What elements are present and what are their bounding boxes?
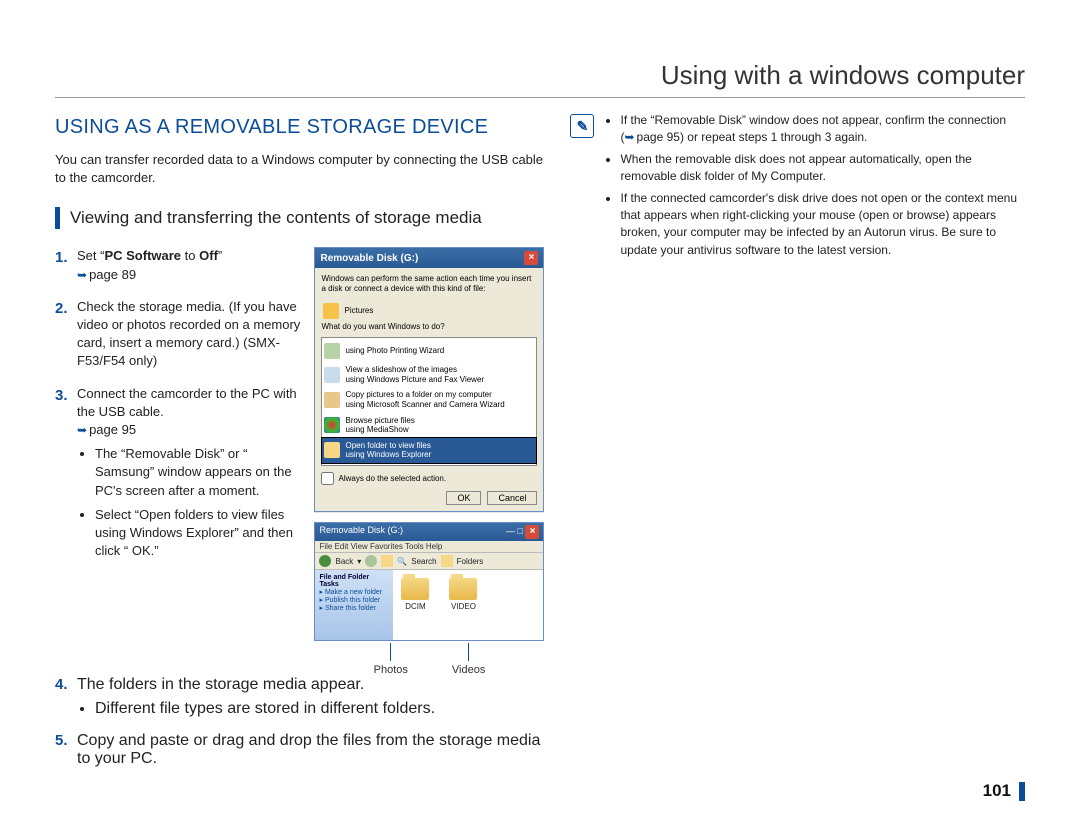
- dialog-filetype: Pictures: [344, 306, 373, 316]
- up-icon[interactable]: [381, 555, 393, 567]
- step-3: Connect the camcorder to the PC with the…: [55, 385, 302, 561]
- dialog-option-copy[interactable]: Copy pictures to a folder on my computer…: [322, 387, 536, 412]
- dialog-title: Removable Disk (G:): [320, 253, 418, 264]
- cancel-button[interactable]: Cancel: [487, 491, 537, 505]
- dialog-option-print[interactable]: using Photo Printing Wizard: [322, 340, 536, 362]
- folders-icon[interactable]: [441, 555, 453, 567]
- mediashow-icon: [324, 417, 340, 433]
- page-ref-95b: page 95: [624, 130, 679, 144]
- explorer-window: Removable Disk (G:) — □ × File Edit View…: [314, 522, 544, 641]
- callout-photos: Photos: [374, 643, 408, 676]
- step-2: Check the storage media. (If you have vi…: [55, 298, 302, 371]
- note-1: If the “Removable Disk” window does not …: [620, 112, 1025, 147]
- slideshow-icon: [324, 367, 340, 383]
- folder-icon: [449, 578, 477, 600]
- printer-icon: [324, 343, 340, 359]
- scanner-icon: [324, 392, 340, 408]
- dialog-always-checkbox[interactable]: Always do the selected action.: [321, 472, 537, 485]
- page-number: 101: [983, 782, 1025, 801]
- note-icon: ✎: [570, 114, 594, 138]
- folder-dcim[interactable]: DCIM: [401, 578, 429, 640]
- section-title: USING AS A REMOVABLE STORAGE DEVICE: [55, 116, 544, 139]
- dialog-option-browse[interactable]: Browse picture filesusing MediaShow: [322, 413, 536, 438]
- removable-disk-dialog: Removable Disk (G:) × Windows can perfor…: [314, 247, 544, 512]
- close-icon[interactable]: ×: [524, 251, 538, 265]
- page-ref-89: page 89: [77, 267, 136, 282]
- step-4: The folders in the storage media appear.…: [55, 676, 544, 718]
- explorer-menubar[interactable]: File Edit View Favorites Tools Help: [315, 541, 543, 552]
- page-ref-95: page 95: [77, 422, 136, 437]
- folder-open-icon: [324, 442, 340, 458]
- step-3-bullet-2: Select “Open folders to view files using…: [95, 506, 302, 561]
- explorer-title: Removable Disk (G:): [319, 525, 403, 539]
- callout-videos: Videos: [452, 643, 485, 676]
- explorer-toolbar[interactable]: Back ▾ 🔍Search Folders: [315, 552, 543, 570]
- dialog-question: What do you want Windows to do?: [321, 322, 537, 332]
- folder-icon: [401, 578, 429, 600]
- dialog-prompt: Windows can perform the same action each…: [321, 274, 537, 293]
- intro-text: You can transfer recorded data to a Wind…: [55, 151, 544, 187]
- step-4-bullet-1: Different file types are stored in diffe…: [95, 700, 544, 718]
- step-1: Set “PC Software to Off” page 89: [55, 247, 302, 283]
- note-2: When the removable disk does not appear …: [620, 151, 1025, 186]
- back-icon[interactable]: [319, 555, 331, 567]
- step-1-text: Set “PC Software to Off”: [77, 248, 222, 263]
- notes-list: If the “Removable Disk” window does not …: [602, 112, 1025, 263]
- note-3: If the connected camcorder's disk drive …: [620, 190, 1025, 260]
- step-5: Copy and paste or drag and drop the file…: [55, 732, 544, 768]
- pictures-icon: [323, 303, 339, 319]
- ok-button[interactable]: OK: [446, 491, 481, 505]
- folder-video[interactable]: VIDEO: [449, 578, 477, 640]
- step-3-bullet-1: The “Removable Disk” or “ Samsung” windo…: [95, 445, 302, 500]
- chapter-title: Using with a windows computer: [55, 60, 1025, 98]
- subheading: Viewing and transferring the contents of…: [55, 207, 544, 229]
- dialog-option-open-folder[interactable]: Open folder to view filesusing Windows E…: [322, 438, 536, 463]
- explorer-sidebar: File and Folder Tasks ▸ Make a new folde…: [315, 570, 393, 640]
- forward-icon: [365, 555, 377, 567]
- close-icon[interactable]: ×: [525, 525, 539, 539]
- dialog-option-slideshow[interactable]: View a slideshow of the imagesusing Wind…: [322, 362, 536, 387]
